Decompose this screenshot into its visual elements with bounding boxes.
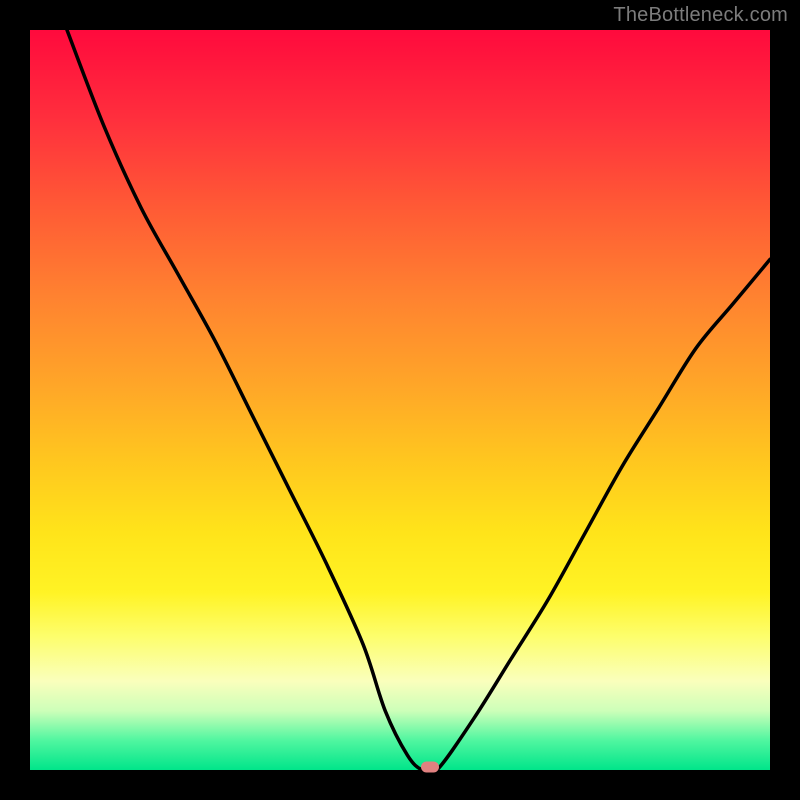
bottleneck-curve (30, 30, 770, 770)
chart-frame: TheBottleneck.com (0, 0, 800, 800)
plot-area (30, 30, 770, 770)
optimal-marker (421, 762, 439, 773)
watermark-text: TheBottleneck.com (613, 4, 788, 27)
